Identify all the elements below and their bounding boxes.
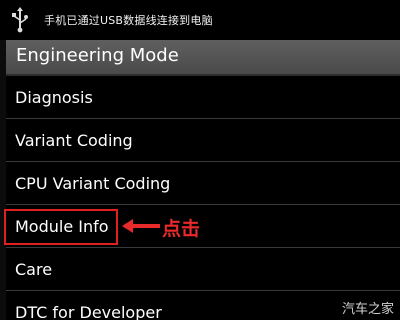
menu-item-label: Diagnosis <box>15 88 93 107</box>
engineering-mode-screen: 手机已通过USB数据线连接到电脑 Engineering Mode Diagno… <box>0 0 400 320</box>
usb-connected-notification[interactable]: 手机已通过USB数据线连接到电脑 <box>44 12 213 28</box>
usb-icon <box>12 7 28 33</box>
menu-item-dtc-for-developer[interactable]: DTC for Developer <box>6 291 400 320</box>
annotation-label: 点击 <box>162 218 201 240</box>
menu-item-label: Care <box>15 260 53 279</box>
menu-item-label: Variant Coding <box>15 131 133 150</box>
title-bar: Engineering Mode <box>6 40 400 76</box>
menu-item-cpu-variant-coding[interactable]: CPU Variant Coding <box>6 162 400 205</box>
menu-item-diagnosis[interactable]: Diagnosis <box>6 76 400 119</box>
menu-item-label: DTC for Developer <box>15 303 162 320</box>
watermark: 汽车之家 <box>341 302 394 317</box>
page-title: Engineering Mode <box>16 45 179 66</box>
status-bar: 手机已通过USB数据线连接到电脑 <box>0 0 400 40</box>
menu-item-care[interactable]: Care <box>6 248 400 291</box>
menu-item-label: CPU Variant Coding <box>15 174 171 193</box>
menu-item-variant-coding[interactable]: Variant Coding <box>6 119 400 162</box>
menu-list: Diagnosis Variant Coding CPU Variant Cod… <box>6 76 400 320</box>
annotation-highlight-box <box>4 209 118 245</box>
arrow-left-icon <box>122 219 160 233</box>
